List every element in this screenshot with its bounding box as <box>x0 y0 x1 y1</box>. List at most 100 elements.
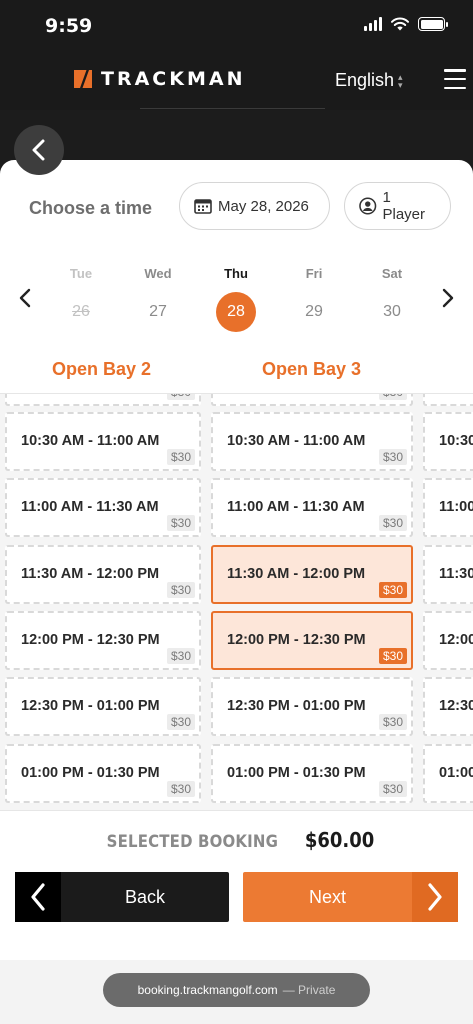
sort-caret-icon: ▴ ▾ <box>398 71 403 90</box>
day-fri[interactable]: Fri 29 <box>286 266 342 332</box>
slot-time: 10:30 <box>439 433 473 449</box>
status-bar: 9:59 <box>0 0 473 50</box>
slot-price: $30 <box>166 449 195 465</box>
slot-price: $30 <box>378 515 407 532</box>
day-number: 28 <box>216 292 256 332</box>
back-circle-button[interactable] <box>14 125 64 175</box>
slot-time: 12:00 <box>439 631 473 648</box>
next-arrow-box <box>412 872 458 922</box>
day-sat[interactable]: Sat 30 <box>364 266 420 332</box>
day-number: 27 <box>149 303 167 320</box>
slot-time: 11:00 AM - 11:30 AM <box>227 499 365 516</box>
slot-price: $30 <box>378 647 407 664</box>
slot-time: 11:30 AM - 12:00 PM <box>227 565 366 582</box>
time-slot-partial[interactable]: $30 <box>5 394 201 406</box>
slot-price: $30 <box>166 780 195 797</box>
booking-summary: SELECTED BOOKING $60.00 <box>0 828 473 852</box>
day-thu[interactable]: Thu 28 <box>208 266 264 332</box>
time-slot[interactable]: 11:00 <box>423 478 473 538</box>
slot-price: $30 <box>166 647 195 664</box>
slot-price: $30 <box>378 449 407 465</box>
prev-week-button[interactable] <box>15 286 35 310</box>
day-number: 30 <box>383 303 401 320</box>
next-button[interactable]: Next <box>243 872 458 922</box>
time-slot[interactable]: 01:00 PM - 01:30 PM $30 <box>5 743 201 803</box>
slot-time: 11:00 <box>439 499 473 516</box>
day-name: Thu <box>224 266 248 281</box>
summary-amount: $60.00 <box>304 828 374 852</box>
date-picker-button[interactable]: May 28, 2026 <box>179 182 330 230</box>
slot-price: $30 <box>166 515 195 532</box>
slot-time: 12:30 PM - 01:00 PM <box>227 698 366 715</box>
time-slot[interactable]: 12:30 <box>423 677 473 737</box>
day-tue: Tue 26 <box>53 266 109 332</box>
address-bar[interactable]: booking.trackmangolf.com — Private <box>103 973 370 1007</box>
time-slot[interactable]: 10:30 AM - 11:00 AM $30 <box>5 412 201 471</box>
time-slot[interactable]: 11:00 AM - 11:30 AM $30 <box>211 478 413 538</box>
time-slot[interactable]: 12:00 PM - 12:30 PM $30 <box>5 610 201 670</box>
day-name: Wed <box>144 266 172 281</box>
time-slot[interactable]: 12:30 PM - 01:00 PM $30 <box>211 677 413 737</box>
brand-name: TRACKMAN <box>101 68 246 90</box>
battery-icon <box>418 17 448 31</box>
time-slot-partial[interactable]: $30 <box>211 394 413 406</box>
back-arrow-box <box>15 872 61 922</box>
status-icons <box>364 17 448 31</box>
cellular-signal-icon <box>364 17 382 31</box>
chevron-left-icon <box>32 139 45 161</box>
player-count-button[interactable]: 1 Player <box>344 182 451 230</box>
time-slot[interactable]: 12:00 <box>423 610 473 670</box>
time-slot[interactable]: 01:00 PM - 01:30 PM $30 <box>211 743 413 803</box>
time-slot-partial[interactable] <box>423 394 473 406</box>
selected-date: May 28, 2026 <box>218 197 309 215</box>
time-slot[interactable]: 11:30 <box>423 544 473 604</box>
language-selector[interactable]: English ▴ ▾ <box>335 70 403 91</box>
time-slot[interactable]: 11:00 AM - 11:30 AM $30 <box>5 478 201 538</box>
status-time: 9:59 <box>45 15 93 37</box>
next-week-button[interactable] <box>438 286 458 310</box>
slot-time: 01:00 PM - 01:30 PM <box>21 764 160 781</box>
time-slot[interactable]: 12:30 PM - 01:00 PM $30 <box>5 677 201 737</box>
next-button-label: Next <box>308 887 346 907</box>
top-navbar: TRACKMAN English ▴ ▾ <box>0 50 473 110</box>
slot-time: 10:30 AM - 11:00 AM <box>21 433 160 449</box>
slot-time: 12:30 PM - 01:00 PM <box>21 698 160 715</box>
day-name: Fri <box>305 266 323 281</box>
back-button[interactable]: Back <box>15 872 229 922</box>
wifi-icon <box>391 17 409 31</box>
slot-time: 11:00 AM - 11:30 AM <box>21 499 159 516</box>
time-slot[interactable]: 11:30 AM - 12:00 PM $30 <box>5 544 201 604</box>
day-number: 26 <box>72 303 90 320</box>
user-icon <box>359 197 377 215</box>
slot-time: 11:30 <box>439 565 473 582</box>
trackman-logo[interactable]: TRACKMAN <box>74 68 245 90</box>
slot-time: 11:30 AM - 12:00 PM <box>21 565 160 582</box>
menu-icon[interactable] <box>444 68 466 90</box>
time-slot[interactable]: 10:30 AM - 11:00 AM $30 <box>211 412 413 471</box>
booking-card: Choose a time May 28, 2026 1 Player Tue 2… <box>0 160 473 960</box>
chevron-right-icon <box>428 883 442 911</box>
chevron-right-icon <box>442 288 454 308</box>
private-mode-label: — Private <box>282 983 336 997</box>
time-slot-selected[interactable]: 12:00 PM - 12:30 PM $30 <box>211 610 413 670</box>
time-slot-selected[interactable]: 11:30 AM - 12:00 PM $30 <box>211 544 413 604</box>
chevron-left-icon <box>19 288 31 308</box>
slot-time: 01:00 PM - 01:30 PM <box>227 764 366 781</box>
slot-price: $30 <box>166 581 195 598</box>
slot-time: 01:00 <box>439 764 473 781</box>
slot-price: $30 <box>166 714 195 731</box>
slot-price: $30 <box>378 714 407 731</box>
time-slot[interactable]: 01:00 <box>423 743 473 803</box>
url-text: booking.trackmangolf.com <box>137 983 278 997</box>
day-wed[interactable]: Wed 27 <box>130 266 186 332</box>
time-slot[interactable]: 10:30 <box>423 412 473 471</box>
time-slot-grid: $30$3010:30 AM - 11:00 AM$3010:30 AM - 1… <box>0 393 473 811</box>
day-name: Tue <box>69 266 93 281</box>
slot-time: 12:30 <box>439 698 473 715</box>
slot-price: $30 <box>378 581 407 598</box>
slot-time: 10:30 AM - 11:00 AM <box>227 433 366 449</box>
week-selector: Tue 26 Wed 27 Thu 28 Fri 29 Sat 30 <box>0 260 473 340</box>
page-title: Choose a time <box>29 198 153 218</box>
calendar-icon <box>194 199 212 214</box>
slot-time: 12:00 PM - 12:30 PM <box>21 631 160 648</box>
